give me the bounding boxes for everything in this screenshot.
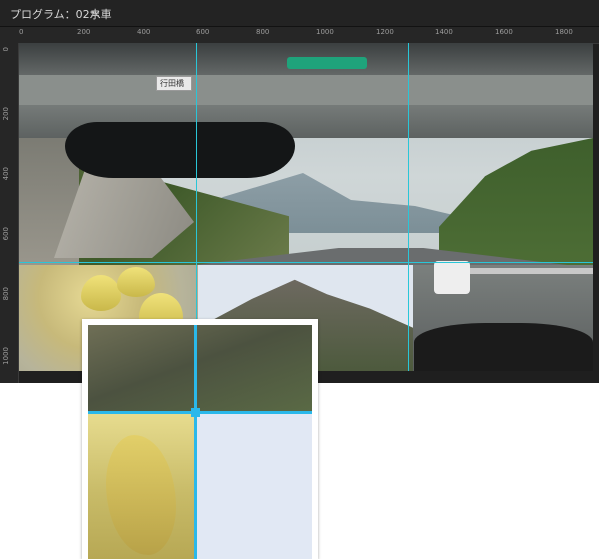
green-road-sign [287, 57, 367, 69]
vertical-ruler[interactable]: 0 200 400 600 800 1000 [0, 43, 19, 383]
car-dashboard [414, 323, 593, 371]
overpass-girder [19, 75, 593, 105]
guide-intersection-marker [191, 408, 200, 417]
magnified-view [88, 325, 312, 559]
ruler-label: 200 [77, 28, 91, 36]
magnified-vertical-guide [194, 325, 197, 559]
ruler-label: 200 [2, 107, 10, 121]
ruler-label: 400 [137, 28, 151, 36]
ruler-label: 1000 [316, 28, 334, 36]
magnifier-callout [82, 319, 318, 559]
ruler-label: 800 [2, 287, 10, 301]
ruler-label: 600 [2, 227, 10, 241]
magnified-upper-region [88, 325, 312, 413]
hamburger-menu-icon[interactable]: ≡ [90, 6, 100, 20]
flower-petal [81, 275, 121, 311]
ruler-label: 1800 [555, 28, 573, 36]
ruler-label: 0 [19, 28, 24, 36]
white-car [434, 261, 470, 294]
ruler-label: 400 [2, 167, 10, 181]
ruler-label: 1200 [376, 28, 394, 36]
horizontal-ruler[interactable]: 0 200 400 600 800 1000 1200 1400 1600 18… [0, 27, 599, 44]
guardrail [469, 268, 593, 274]
panel-titlebar: プログラム：02水車 ≡ [0, 0, 599, 27]
ruler-label: 1000 [2, 347, 10, 365]
flower-petal [117, 267, 155, 297]
horizontal-guide[interactable] [19, 262, 593, 263]
magnified-horizontal-guide [88, 411, 312, 414]
bridge-name-sign: 行田橋 [156, 76, 192, 91]
magnified-sky-region [195, 413, 312, 559]
ruler-label: 1400 [435, 28, 453, 36]
vertical-guide-2[interactable] [408, 43, 409, 371]
ruler-label: 600 [196, 28, 210, 36]
ruler-label: 1600 [495, 28, 513, 36]
ruler-label: 800 [256, 28, 270, 36]
bridge-name-text: 行田橋 [160, 79, 184, 88]
rearview-mirror [65, 122, 295, 178]
ruler-label: 0 [2, 47, 10, 52]
